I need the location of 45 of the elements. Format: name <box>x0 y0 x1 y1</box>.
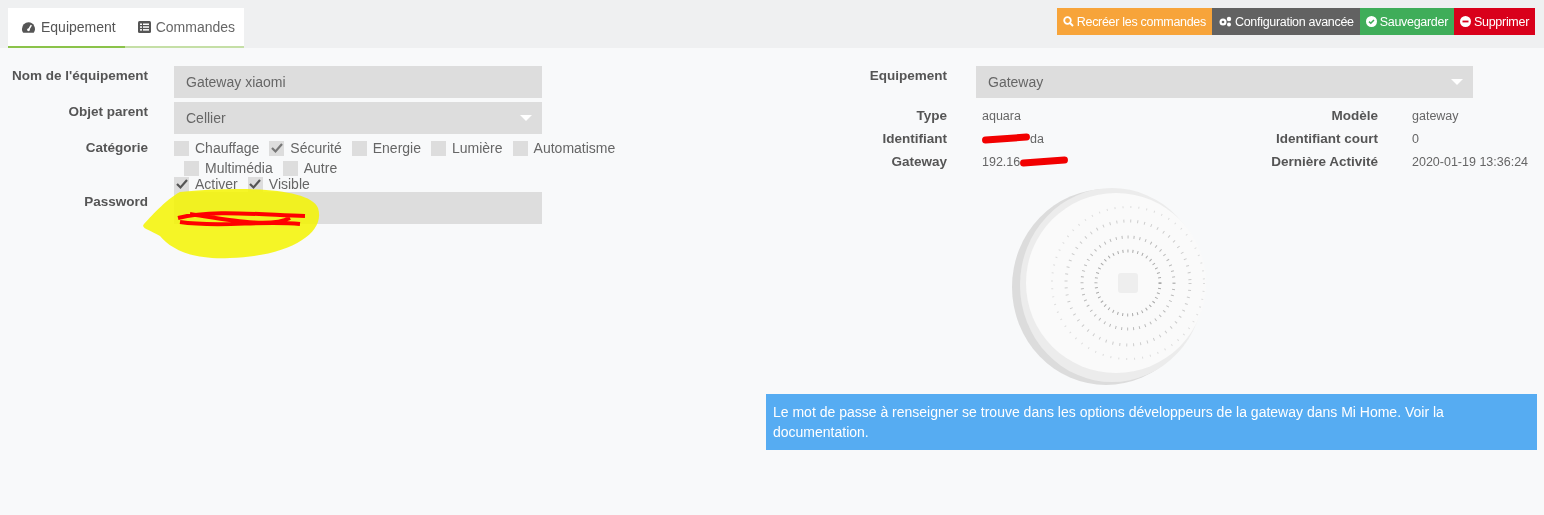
category-checkbox[interactable]: Sécurité <box>269 140 342 156</box>
info-label: Identifiant <box>881 131 947 146</box>
info-value: 0 <box>1412 131 1419 146</box>
category-checkbox[interactable]: Chauffage <box>174 140 260 156</box>
action-button[interactable]: Sauvegarder <box>1359 8 1455 35</box>
info-value: 2020-01-19 13:36:24 <box>1412 154 1529 169</box>
field-label: Nom de l'équipement <box>11 67 148 85</box>
field-label: Catégorie <box>84 139 148 157</box>
info-label: Modèle <box>1330 108 1378 123</box>
info-value: 192.16 <box>982 154 1021 169</box>
category-checkbox[interactable]: Automatisme <box>512 140 616 156</box>
option-checkbox[interactable]: Activer <box>174 176 238 192</box>
search-icon <box>1062 16 1074 27</box>
category-checkbox[interactable]: Energie <box>351 140 421 156</box>
category-checkbox[interactable]: Autre <box>282 160 338 176</box>
tab[interactable]: Commandes <box>124 8 245 48</box>
check-icon <box>269 142 284 154</box>
action-button[interactable]: Supprimer <box>1454 8 1535 35</box>
info-label: Gateway <box>890 154 947 169</box>
check-icon <box>248 178 263 190</box>
category-checkbox[interactable]: Lumière <box>431 140 503 156</box>
field-label: Equipement <box>868 67 947 85</box>
list-icon <box>137 21 151 33</box>
field-label: Objet parent <box>67 103 148 121</box>
info-value: gateway <box>1412 108 1459 123</box>
check-circle-icon <box>1365 16 1377 27</box>
field-label: Password <box>83 193 148 211</box>
gauge-icon <box>21 20 36 34</box>
info-value: da <box>1030 131 1044 146</box>
info-notice: Le mot de passe à renseigner se trouve dans les options développeurs de la gateway dans Mi Home. Voir la documentation. <box>766 394 1537 450</box>
category-checkbox[interactable]: Multimédia <box>184 160 273 176</box>
info-label: Type <box>915 108 947 123</box>
minus-circle-icon <box>1460 16 1472 27</box>
info-value: aquara <box>982 108 1021 123</box>
tab[interactable]: Equipement <box>8 8 125 48</box>
caret-icon <box>520 115 532 121</box>
settings-icon <box>1217 16 1232 27</box>
device-select[interactable]: Gateway <box>976 66 1473 98</box>
caret-icon <box>1451 79 1463 85</box>
info-label: Dernière Activité <box>1270 154 1378 169</box>
parent-select[interactable]: Cellier <box>174 102 542 134</box>
action-button[interactable]: Configuration avancée <box>1211 8 1360 35</box>
name-field[interactable]: Gateway xiaomi <box>174 66 542 98</box>
check-icon <box>174 178 189 190</box>
info-label: Identifiant court <box>1275 131 1378 146</box>
